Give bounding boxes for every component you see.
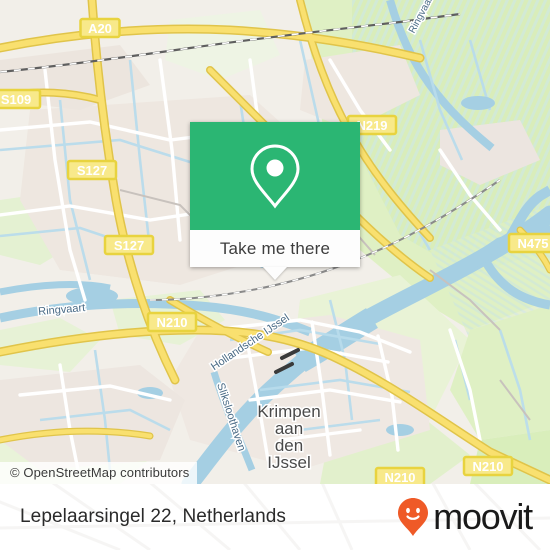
- location-callout[interactable]: Take me there: [190, 122, 360, 280]
- map-pin-icon: [190, 122, 360, 230]
- moovit-wordmark: moovit: [433, 496, 533, 537]
- svg-text:Ringvaart: Ringvaart: [407, 0, 437, 35]
- moovit-smiley-pin-icon: [398, 498, 429, 536]
- map-canvas[interactable]: A20 S109 S127 S127 N219 N475 N210 N210 N210 Krim…: [0, 0, 550, 484]
- svg-text:IJssel: IJssel: [267, 453, 310, 472]
- callout-icon-panel: [190, 122, 360, 230]
- svg-text:Sliksloothaven: Sliksloothaven: [214, 381, 247, 452]
- map-attribution[interactable]: © OpenStreetMap contributors: [0, 462, 198, 484]
- place-label: IJsselIJssel: [266, 452, 312, 474]
- moovit-logo[interactable]: moovit: [398, 484, 533, 550]
- water-label: Hollandsche IJsselHollandsche IJssel: [207, 310, 293, 374]
- svg-text:Ringvaart: Ringvaart: [38, 302, 86, 318]
- water-label: RingvaartRingvaart: [405, 0, 438, 37]
- svg-text:Hollandsche IJssel: Hollandsche IJssel: [209, 312, 292, 373]
- callout-tail: [263, 267, 287, 280]
- take-me-there-label: Take me there: [219, 238, 331, 258]
- footer-bar: Lepelaarsingel 22, Netherlands moovit: [0, 484, 550, 550]
- take-me-there-button[interactable]: Take me there: [190, 230, 360, 267]
- moovit-map-card: A20 S109 S127 S127 N219 N475 N210 N210 N210 Krim…: [0, 0, 550, 550]
- water-label: RingvaartRingvaart: [36, 300, 87, 319]
- address-label: Lepelaarsingel 22, Netherlands: [20, 506, 287, 527]
- water-label: SliksloothavenSliksloothaven: [213, 380, 249, 454]
